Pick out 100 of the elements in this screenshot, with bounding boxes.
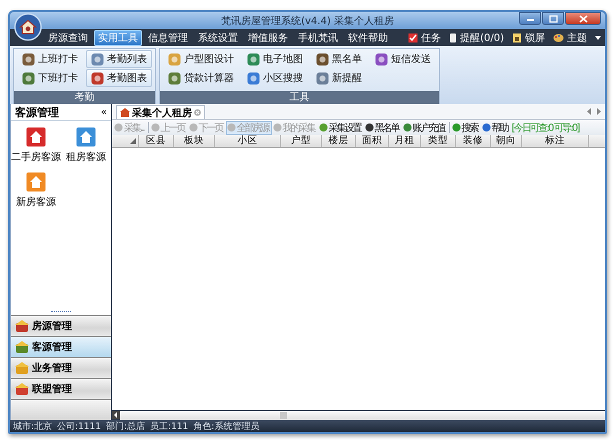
palette-icon [553,32,564,42]
column-header[interactable]: 标注 [522,135,589,147]
circle-icon [150,123,160,132]
ribbon-button[interactable]: 短信发送 [370,50,436,68]
ribbon-button[interactable]: 上班打卡 [17,50,83,68]
maximize-icon [548,14,558,22]
ribbon-button[interactable]: 新提醒 [311,69,367,87]
column-header[interactable]: 面积 [356,135,389,147]
window-title: 梵讯房屋管理系统(v4.4) 采集个人租房 [221,14,394,28]
maximize-button[interactable] [542,12,564,25]
tool-icon [91,52,104,66]
column-header[interactable]: 区县 [139,135,174,147]
tool-icon [22,52,35,66]
toolbar-link[interactable]: 任务 [421,30,442,44]
group-label: 工具 [160,91,439,104]
scroll-arrows-icon[interactable] [587,108,601,115]
circle-icon [452,123,461,132]
quota-text: [今日可查:0 可导:0] [512,122,579,134]
shortcut-button[interactable]: 二手房客源 [11,127,61,164]
nav-item[interactable]: 房源管理 [11,315,111,336]
scroll-left-icon[interactable] [112,411,120,419]
minimize-button[interactable] [519,12,541,25]
ribbon-button[interactable]: 户型图设计 [163,50,239,68]
ribbon-button[interactable]: 考勤列表 [86,50,152,68]
circle-icon [402,123,412,132]
ribbon-button[interactable]: 电子地图 [242,50,308,68]
ribbon-button[interactable]: 黑名单 [311,50,367,68]
menu-item[interactable]: 信息管理 [144,30,192,46]
toolbar-button[interactable]: 搜索 [450,120,481,134]
dropdown-caret-icon[interactable] [595,36,601,40]
menu-item[interactable]: 软件帮助 [344,30,392,46]
circle-icon [272,123,282,132]
status-text: 公司:1111 [57,420,101,432]
status-text: 员工:111 [150,420,188,432]
close-button[interactable] [565,12,601,25]
circle-icon [482,123,491,132]
toolbar-button[interactable]: 黑名单 [364,120,402,134]
menu-item[interactable]: 房源查询 [44,30,92,46]
ribbon-button[interactable]: 考勤图表 [86,69,152,87]
box-icon [15,320,29,332]
column-header[interactable]: 装修 [456,135,491,147]
circle-icon [318,123,328,132]
menu-item[interactable]: 增值服务 [244,30,292,46]
tool-icon [22,72,35,84]
phone-icon [449,32,458,42]
menu-item[interactable]: 手机梵讯 [294,30,342,46]
menu-item[interactable]: 系统设置 [194,30,242,46]
collapse-button[interactable]: « [100,106,107,118]
tool-icon [91,72,104,84]
toolbar-link[interactable]: 锁屏 [525,30,545,44]
toolbar-link[interactable]: 主题 [567,30,587,44]
tool-icon [168,72,181,84]
tool-icon [375,52,388,66]
circle-icon [188,123,198,132]
column-header[interactable]: 小区 [215,135,281,147]
box-icon [15,362,29,374]
ribbon-button[interactable]: 下班打卡 [17,69,83,87]
ribbon-button[interactable]: 贷款计算器 [163,69,239,87]
column-header[interactable]: 类型 [421,135,456,147]
box-icon [15,340,29,354]
shortcut-button[interactable]: 租房客源 [61,127,111,164]
tool-icon [247,72,260,84]
sort-triangle-icon [130,138,136,144]
checklist-icon [408,32,418,42]
house-icon [26,127,46,147]
status-text: 角色:系统管理员 [193,420,260,432]
lock-icon [512,32,522,42]
column-header[interactable]: 朝向 [491,135,522,147]
scroll-thumb[interactable] [280,412,287,418]
horizontal-scrollbar[interactable] [112,410,605,420]
tool-icon [316,72,329,84]
nav-item[interactable]: 客源管理 [11,336,111,357]
tool-icon [168,52,181,66]
nav-item[interactable]: 业务管理 [11,357,111,378]
toolbar-button[interactable]: 帮助 [480,120,511,134]
nav-item[interactable]: 联盟管理 [11,378,111,399]
toolbar-link[interactable]: 提醒(0/0) [460,30,504,44]
panel-title: 客源管理 [15,104,59,120]
document-tab[interactable]: 采集个人租房 [116,105,205,119]
house-icon [26,172,46,192]
house-icon [76,127,96,147]
status-text: 部门:总店 [106,420,146,432]
toolbar-button[interactable]: 账户充值 [402,120,448,134]
circle-icon [226,123,236,132]
box-icon [15,382,29,396]
shortcut-button[interactable]: 新房客源 [11,172,61,209]
toolbar-button[interactable]: 采集设置 [318,120,364,134]
group-label: 考勤 [14,91,155,104]
column-header[interactable]: 板块 [174,135,215,147]
ribbon-button[interactable]: 小区搜搜 [242,69,308,87]
column-header[interactable]: 户型 [281,135,322,147]
tool-icon [316,52,329,66]
circle-icon [114,123,123,132]
column-header[interactable]: 楼层 [322,135,356,147]
tool-icon [247,52,260,66]
status-text: 城市:北京 [13,420,52,432]
circle-icon [364,123,374,132]
house-icon [120,108,130,117]
close-icon [578,14,588,22]
column-header[interactable]: 月租 [389,135,421,147]
